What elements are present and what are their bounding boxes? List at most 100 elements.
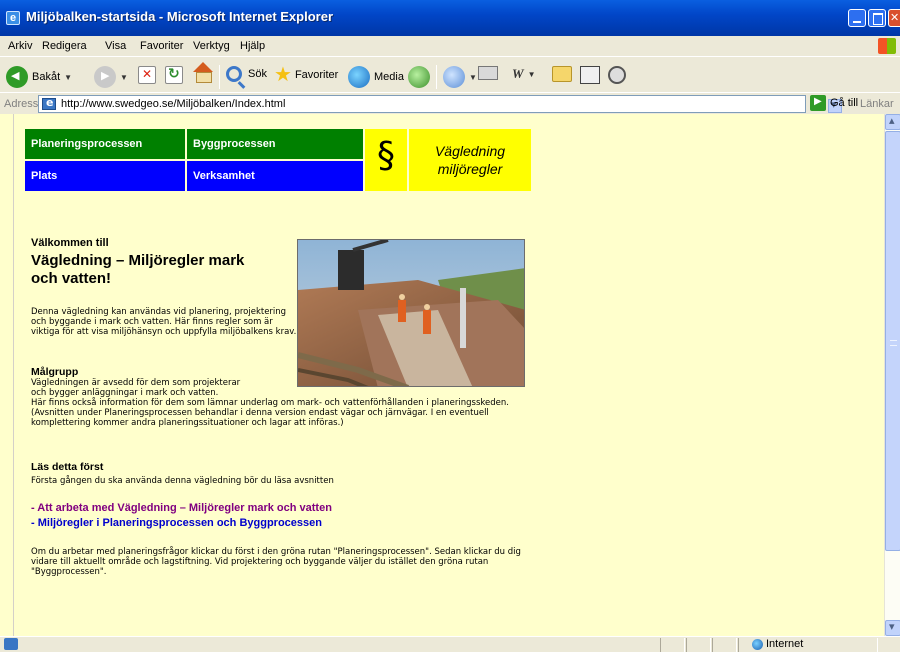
status-segment: [660, 638, 685, 652]
address-input[interactable]: http://www.swedgeo.se/Miljöbalken/Index.…: [38, 95, 842, 113]
go-arrow-icon: [810, 95, 826, 111]
status-segment: [686, 638, 711, 652]
scroll-thumb[interactable]: [885, 131, 900, 551]
scroll-down-button[interactable]: [885, 620, 900, 636]
search-icon: [226, 66, 242, 82]
title-bar: e Miljöbalken-startsida - Microsoft Inte…: [0, 0, 900, 36]
close-button[interactable]: [888, 9, 900, 27]
print-icon: [478, 66, 498, 80]
forward-arrow-icon: [94, 66, 116, 88]
folder-icon: [552, 66, 572, 82]
read-first-text: Första gången du ska använda denna vägle…: [31, 476, 334, 486]
links-button[interactable]: Länkar: [860, 98, 894, 110]
status-segment: [712, 638, 737, 652]
welcome-intro: Välkommen till: [31, 237, 109, 249]
toolbar: Bakåt ▼ ▼ Sök ★ Favoriter Media ▼ W ▼: [0, 56, 900, 92]
chevron-down-icon[interactable]: ▼: [528, 70, 536, 79]
home-icon: [193, 62, 213, 83]
address-bar: Adress http://www.swedgeo.se/Miljöbalken…: [0, 92, 900, 114]
messenger-button[interactable]: [608, 66, 626, 84]
windows-logo: [878, 38, 896, 54]
chevron-down-icon[interactable]: ▼: [120, 73, 128, 82]
status-bar: Internet: [0, 636, 900, 652]
read-first-heading: Läs detta först: [31, 461, 104, 473]
nav-plats[interactable]: Plats: [25, 161, 185, 191]
media-icon: [348, 66, 370, 88]
nav-byggprocessen[interactable]: Byggprocessen: [187, 129, 363, 159]
mail-button[interactable]: ▼: [443, 66, 477, 88]
word-button[interactable]: W ▼: [512, 66, 535, 82]
chevron-down-icon[interactable]: ▼: [64, 73, 72, 82]
minimize-button[interactable]: [848, 9, 866, 27]
stop-icon: [138, 66, 156, 84]
back-button[interactable]: Bakåt ▼: [6, 66, 72, 88]
page-heading: Vägledning – Miljöregler mark och vatten…: [31, 252, 245, 287]
menu-verktyg[interactable]: Verktyg: [193, 40, 230, 52]
usage-text: Om du arbetar med planeringsfrågor klick…: [31, 547, 521, 577]
globe-icon: [608, 66, 626, 84]
word-icon: W: [512, 66, 524, 81]
favorites-button[interactable]: ★ Favoriter: [274, 64, 339, 86]
target-text-2: och bygger anläggningar i mark och vatte…: [31, 388, 219, 398]
site-title: Vägledning miljöregler: [409, 129, 531, 191]
address-url[interactable]: http://www.swedgeo.se/Miljöbalken/Index.…: [61, 98, 285, 110]
target-text-1: Vägledningen är avsedd för dem som proje…: [31, 378, 241, 388]
internet-zone-icon: [752, 639, 763, 650]
intro-text: Denna vägledning kan användas vid planer…: [31, 307, 297, 337]
history-icon: [408, 66, 430, 88]
edit-icon: [580, 66, 600, 84]
target-text-3: Här finns också information för dem som …: [31, 398, 509, 428]
vertical-scrollbar[interactable]: [884, 114, 900, 636]
toolbar-separator: [436, 65, 437, 89]
nav-verksamhet[interactable]: Verksamhet: [187, 161, 363, 191]
ie-icon: e: [6, 11, 20, 25]
nav-planeringsprocessen[interactable]: Planeringsprocessen: [25, 129, 185, 159]
scroll-grip: [890, 340, 897, 346]
menu-bar: Arkiv Redigera Visa Favoriter Verktyg Hj…: [0, 36, 900, 56]
go-label: Gå till: [830, 97, 859, 109]
menu-hjalp[interactable]: Hjälp: [240, 40, 265, 52]
home-button[interactable]: [193, 62, 213, 83]
go-button[interactable]: Gå till: [810, 95, 858, 111]
history-button[interactable]: [408, 66, 430, 88]
paragraph-symbol: §: [365, 129, 407, 191]
site-title-line2: miljöregler: [437, 161, 503, 177]
star-icon: ★: [274, 64, 292, 86]
print-button[interactable]: [478, 66, 498, 80]
site-title-line1: Vägledning: [434, 143, 506, 159]
scroll-up-button[interactable]: [885, 114, 900, 130]
back-arrow-icon: [6, 66, 28, 88]
edit-button[interactable]: [580, 66, 600, 84]
link-att-arbeta[interactable]: - Att arbeta med Vägledning – Miljöregle…: [31, 502, 332, 514]
construction-photo-graphic: [298, 240, 524, 386]
search-label: Sök: [248, 68, 267, 80]
menu-arkiv[interactable]: Arkiv: [8, 40, 32, 52]
construction-photo: [297, 239, 525, 387]
mail-icon: [443, 66, 465, 88]
refresh-icon: [165, 66, 183, 84]
notes-button[interactable]: [552, 66, 572, 82]
favorites-label: Favoriter: [294, 69, 339, 81]
page-icon: [42, 96, 56, 110]
menu-redigera[interactable]: Redigera: [42, 40, 87, 52]
window-border: [0, 114, 14, 636]
page-viewport: Planeringsprocessen Byggprocessen Plats …: [14, 114, 884, 636]
refresh-button[interactable]: [165, 66, 183, 84]
target-heading: Målgrupp: [31, 366, 79, 378]
stop-button[interactable]: [138, 66, 156, 84]
media-button[interactable]: Media: [348, 66, 404, 88]
page-status-icon: [4, 638, 18, 650]
zone-label: Internet: [766, 638, 804, 650]
menu-favoriter[interactable]: Favoriter: [140, 40, 183, 52]
address-label: Adress: [4, 98, 39, 110]
search-button[interactable]: Sök: [226, 66, 267, 82]
menu-visa[interactable]: Visa: [105, 40, 126, 52]
back-label: Bakåt: [32, 71, 61, 83]
forward-button[interactable]: ▼: [94, 66, 128, 88]
toolbar-separator: [219, 65, 220, 89]
maximize-button[interactable]: [868, 9, 886, 27]
window-title: Miljöbalken-startsida - Microsoft Intern…: [26, 9, 333, 24]
media-label: Media: [374, 71, 404, 83]
link-miljoregler[interactable]: - Miljöregler i Planeringsprocessen och …: [31, 517, 322, 529]
chevron-down-icon[interactable]: ▼: [469, 73, 477, 82]
